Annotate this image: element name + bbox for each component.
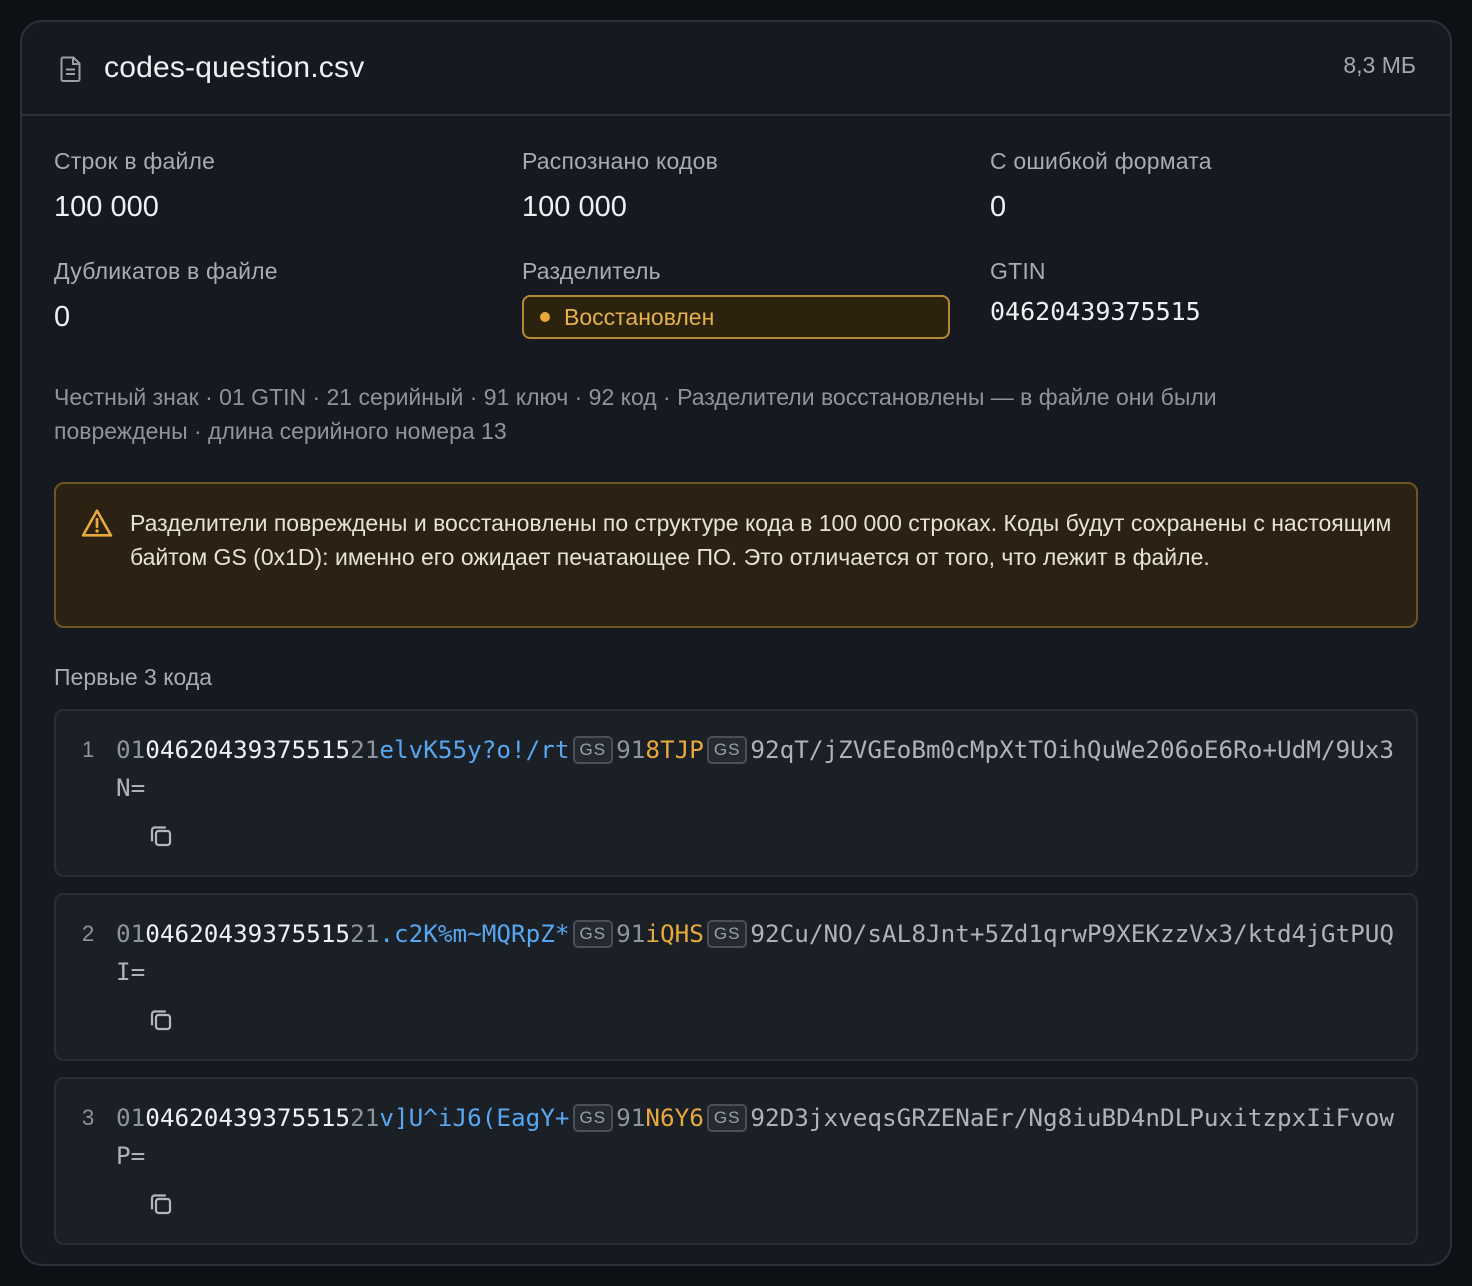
codes-list: 1 010462043937551521elvK55y?o!/rt GS 918TJ… bbox=[54, 709, 1418, 1245]
ai-01: 01 bbox=[116, 1103, 146, 1132]
gs-separator-badge: GS bbox=[706, 1104, 748, 1132]
ai-21: 21 bbox=[350, 1103, 380, 1132]
codes-section-title: Первые 3 кода bbox=[54, 664, 213, 690]
stat-value: 100 000 bbox=[522, 191, 627, 223]
code-gtin: 04620439375515 bbox=[145, 1103, 351, 1132]
gtin-value: 04620439375515 bbox=[990, 297, 1201, 326]
separator-status-badge: Восстановлен bbox=[522, 295, 950, 339]
code-item: 2 010462043937551521.c2K%m~MQRpZ* GS 91iQH… bbox=[54, 893, 1418, 1061]
code-serial: elvK55y?o!/rt bbox=[379, 735, 570, 764]
ai-21: 21 bbox=[350, 919, 380, 948]
stat-label: Строк в файле bbox=[54, 148, 216, 174]
code-serial: .c2K%m~MQRpZ* bbox=[379, 919, 570, 948]
code-index: 3 bbox=[82, 1105, 95, 1130]
ai-91: 91 bbox=[616, 735, 646, 764]
stat-label: GTIN bbox=[990, 258, 1046, 284]
stat-label: Разделитель bbox=[522, 258, 661, 284]
stat-value: 100 000 bbox=[54, 191, 159, 223]
stat-value: 0 bbox=[990, 191, 1007, 223]
stat-label: Дубликатов в файле bbox=[54, 258, 278, 284]
stat-duplicates: Дубликатов в файле 0 bbox=[54, 258, 522, 368]
code-serial: v]U^iJ6(EagY+ bbox=[379, 1103, 570, 1132]
code-index: 1 bbox=[82, 737, 95, 762]
file-header: codes-question.csv 8,3 МБ bbox=[22, 22, 1450, 116]
code-text[interactable]: 010462043937551521.c2K%m~MQRpZ* GS 91iQHS G… bbox=[116, 915, 1406, 991]
code-item: 3 010462043937551521v]U^iJ6(EagY+ GS 91N6Y… bbox=[54, 1077, 1418, 1245]
stat-value: 0 bbox=[54, 301, 71, 333]
file-card: codes-question.csv 8,3 МБ Строк в файле … bbox=[20, 20, 1452, 1266]
gs-separator-badge: GS bbox=[572, 1104, 614, 1132]
stat-gtin: GTIN 04620439375515 bbox=[990, 258, 1418, 368]
code-key: 8TJP bbox=[645, 735, 704, 764]
copy-icon[interactable] bbox=[148, 823, 174, 849]
code-gtin: 04620439375515 bbox=[145, 735, 351, 764]
copy-icon[interactable] bbox=[148, 1191, 174, 1217]
status-dot bbox=[540, 312, 550, 322]
ai-01: 01 bbox=[116, 735, 146, 764]
warning-alert: Разделители повреждены и восстановлены п… bbox=[54, 482, 1418, 628]
code-structure-summary: Честный знак · 01 GTIN · 21 серийный · 9… bbox=[54, 384, 1217, 444]
file-icon bbox=[60, 56, 81, 82]
ai-91: 91 bbox=[616, 919, 646, 948]
ai-91: 91 bbox=[616, 1103, 646, 1132]
warning-icon bbox=[81, 509, 113, 537]
gs-separator-badge: GS bbox=[706, 920, 748, 948]
badge-label: Восстановлен bbox=[564, 303, 715, 330]
code-gtin: 04620439375515 bbox=[145, 919, 351, 948]
alert-text: Разделители повреждены и восстановлены п… bbox=[130, 510, 1392, 570]
stat-rows: Строк в файле 100 000 bbox=[54, 148, 522, 258]
gs-separator-badge: GS bbox=[572, 736, 614, 764]
file-size: 8,3 МБ bbox=[1343, 52, 1416, 78]
ai-21: 21 bbox=[350, 735, 380, 764]
copy-icon[interactable] bbox=[148, 1007, 174, 1033]
code-key: iQHS bbox=[645, 919, 704, 948]
code-index: 2 bbox=[82, 921, 95, 946]
code-key: N6Y6 bbox=[645, 1103, 704, 1132]
stat-label: С ошибкой формата bbox=[990, 148, 1212, 174]
stat-recognized: Распознано кодов 100 000 bbox=[522, 148, 990, 258]
stat-label: Распознано кодов bbox=[522, 148, 719, 174]
stat-format-errors: С ошибкой формата 0 bbox=[990, 148, 1418, 258]
gs-separator-badge: GS bbox=[706, 736, 748, 764]
ai-01: 01 bbox=[116, 919, 146, 948]
code-text[interactable]: 010462043937551521v]U^iJ6(EagY+ GS 91N6Y6 G… bbox=[116, 1099, 1406, 1175]
file-name: codes-question.csv bbox=[104, 51, 365, 84]
code-item: 1 010462043937551521elvK55y?o!/rt GS 918TJ… bbox=[54, 709, 1418, 877]
stats-grid: Строк в файле 100 000 Распознано кодов 1… bbox=[54, 148, 1418, 368]
stat-separator: Разделитель Восстановлен bbox=[522, 258, 990, 368]
code-text[interactable]: 010462043937551521elvK55y?o!/rt GS 918TJP G… bbox=[116, 731, 1406, 807]
gs-separator-badge: GS bbox=[572, 920, 614, 948]
